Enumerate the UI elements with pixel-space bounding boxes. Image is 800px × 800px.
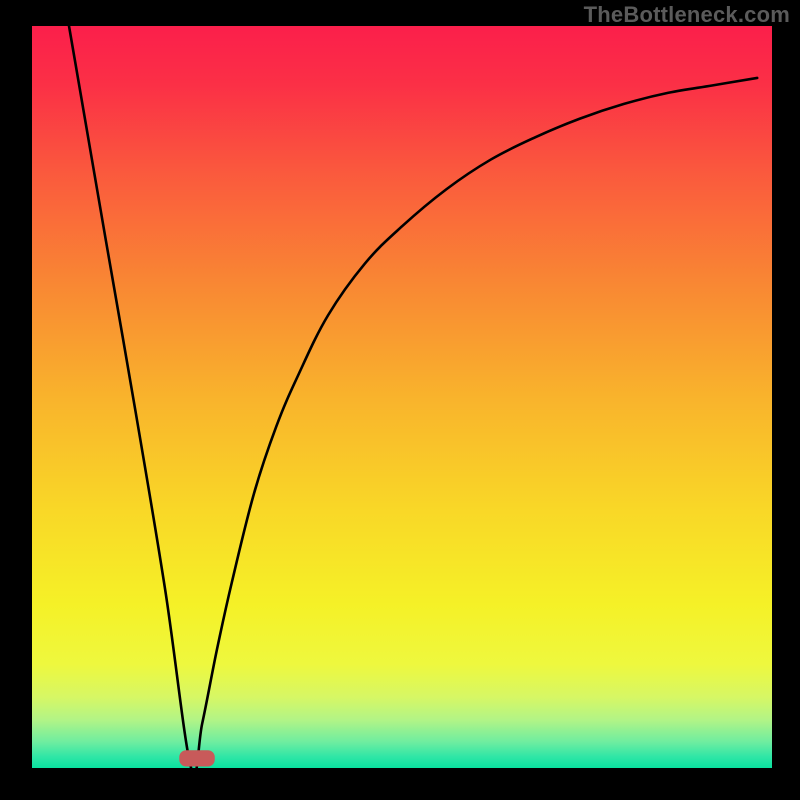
watermark-text: TheBottleneck.com (584, 2, 790, 28)
bottleneck-chart (0, 0, 800, 800)
chart-frame: { "watermark": "TheBottleneck.com", "cha… (0, 0, 800, 800)
plot-gradient-background (32, 26, 772, 768)
optimal-marker (179, 750, 215, 766)
